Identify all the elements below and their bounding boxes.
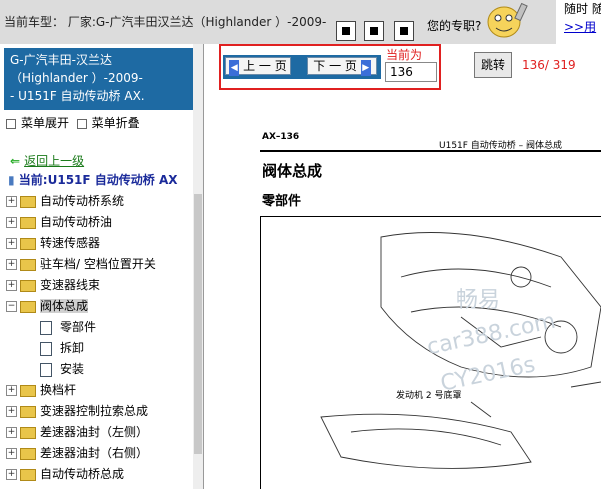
tree-item-label[interactable]: 差速器油封（左侧）: [40, 425, 148, 439]
sidebar-title: G-广汽丰田-汉兰达 （Highlander ）-2009- - U151F 自…: [4, 48, 198, 110]
expand-toggle-icon[interactable]: +: [6, 427, 17, 438]
folder-icon: [20, 279, 36, 292]
tree-item-label[interactable]: 自动传动桥油: [40, 215, 112, 229]
arrow-right-icon: ▶: [360, 60, 371, 76]
expand-toggle-icon[interactable]: +: [6, 448, 17, 459]
document-icon: [40, 362, 52, 377]
sidebar: G-广汽丰田-汉兰达 （Highlander ）-2009- - U151F 自…: [0, 44, 204, 489]
folder-icon: [20, 258, 36, 271]
tree-leaf[interactable]: 安装: [40, 360, 84, 377]
tree-item[interactable]: + 差速器油封（右侧）: [6, 444, 148, 461]
document-icon: [40, 341, 52, 356]
mascot-icon: [487, 2, 528, 38]
favorites-text: 您的专职?: [427, 19, 482, 33]
back-arrow-icon: ⇐: [10, 154, 21, 168]
prev-page-button[interactable]: ◀ 上 一 页: [225, 57, 291, 76]
expand-toggle-icon[interactable]: +: [6, 469, 17, 480]
scrollbar-thumb[interactable]: [194, 194, 202, 454]
tree-item[interactable]: + 转速传感器: [6, 234, 100, 251]
tree-item-label[interactable]: 变速器控制拉索总成: [40, 404, 148, 418]
expand-toggle-icon[interactable]: +: [6, 259, 17, 270]
back-link[interactable]: ⇐ 返回上一级: [10, 152, 84, 169]
toolbar-button-1[interactable]: [336, 21, 356, 41]
folder-icon: [20, 384, 36, 397]
tree-item[interactable]: + 自动传动桥总成: [6, 465, 124, 482]
page-count: 136/ 319: [522, 58, 576, 72]
promo-box: 随时 随 >>用: [556, 0, 601, 44]
tree-leaf[interactable]: 拆卸: [40, 339, 84, 356]
watermark: 畅易: [456, 288, 501, 313]
top-bar: 当前车型： 厂家:G-广汽丰田汉兰达（Highlander ）-2009- 您的…: [0, 0, 601, 44]
page-number-input[interactable]: [385, 62, 437, 82]
expand-icon: [6, 118, 16, 129]
doc-subtitle: 零部件: [262, 194, 302, 209]
expand-toggle-icon[interactable]: +: [6, 280, 17, 291]
expand-toggle-icon[interactable]: +: [6, 238, 17, 249]
sidebar-title-line: - U151F 自动传动桥 AX.: [10, 89, 145, 103]
folder-icon: [20, 195, 36, 208]
document-icon: [40, 320, 52, 335]
folder-icon: [20, 405, 36, 418]
toolbar-button-3[interactable]: [394, 21, 414, 41]
db-icon: ▮: [8, 173, 15, 187]
tree-item[interactable]: + 驻车档/ 空档位置开关: [6, 255, 156, 272]
folder-icon: [20, 447, 36, 460]
promo-link[interactable]: >>用: [564, 18, 601, 36]
tree-item[interactable]: + 换档杆: [6, 381, 76, 398]
tree-item-label[interactable]: 自动传动桥系统: [40, 194, 124, 208]
prev-page-label: 上 一 页: [243, 59, 287, 73]
expand-toggle-icon[interactable]: +: [6, 385, 17, 396]
tree-item-label[interactable]: 差速器油封（右侧）: [40, 446, 148, 460]
tree-item[interactable]: + 变速器控制拉索总成: [6, 402, 148, 419]
folder-icon: [20, 426, 36, 439]
current-section-label: 当前:U151F 自动传动桥 AX: [18, 173, 178, 187]
jump-button[interactable]: 跳转: [474, 52, 512, 78]
doc-title: 阀体总成: [262, 162, 323, 180]
folder-icon: [20, 468, 36, 481]
tree-item-label[interactable]: 驻车档/ 空档位置开关: [40, 257, 156, 271]
open-folder-icon: [20, 300, 36, 313]
menu-controls: 菜单展开 菜单折叠: [6, 114, 140, 131]
tree-item-selected[interactable]: − 阀体总成: [6, 297, 89, 314]
tree-item[interactable]: + 差速器油封（左侧）: [6, 423, 148, 440]
tree-leaf-label[interactable]: 安装: [60, 362, 84, 376]
current-section: ▮ 当前:U151F 自动传动桥 AX: [8, 171, 177, 188]
tree-leaf-label[interactable]: 零部件: [60, 320, 96, 334]
header-rule: [260, 150, 601, 152]
collapse-icon: [76, 118, 87, 129]
tree-item-label[interactable]: 换档杆: [40, 383, 76, 397]
car-model-text: 当前车型： 厂家:G-广汽丰田汉兰达（Highlander ）-2009-: [4, 15, 327, 29]
tree-leaf[interactable]: 零部件: [40, 318, 96, 335]
next-page-button[interactable]: 下 一 页 ▶: [307, 57, 377, 76]
sidebar-title-line: （Highlander ）-2009-: [10, 71, 143, 85]
tree-item-label[interactable]: 转速传感器: [40, 236, 100, 250]
folder-icon: [20, 216, 36, 229]
document-viewer: AX–136 U151F 自动传动桥 – 阀体总成 阀体总成 零部件 发动机 2…: [220, 92, 601, 489]
tree-item-label[interactable]: 变速器线束: [40, 278, 100, 292]
expand-toggle-icon[interactable]: +: [6, 406, 17, 417]
sidebar-scrollbar[interactable]: [193, 44, 203, 489]
promo-text: 随时 随: [564, 2, 601, 16]
menu-collapse-button[interactable]: 菜单折叠: [92, 116, 140, 130]
expand-toggle-icon[interactable]: +: [6, 217, 17, 228]
toolbar-button-2[interactable]: [364, 21, 384, 41]
sidebar-title-line: G-广汽丰田-汉兰达: [10, 53, 112, 67]
tree-item[interactable]: + 自动传动桥油: [6, 213, 112, 230]
expand-toggle-icon[interactable]: +: [6, 196, 17, 207]
tree-item[interactable]: + 自动传动桥系统: [6, 192, 124, 209]
folder-icon: [20, 237, 36, 250]
tree-item-label[interactable]: 自动传动桥总成: [40, 467, 124, 481]
tree-item[interactable]: + 变速器线束: [6, 276, 100, 293]
doc-code: AX–136: [262, 132, 300, 142]
tree-leaf-label[interactable]: 拆卸: [60, 341, 84, 355]
arrow-left-icon: ◀: [229, 60, 240, 76]
back-link-label[interactable]: 返回上一级: [24, 154, 84, 168]
collapse-toggle-icon[interactable]: −: [6, 301, 17, 312]
current-page-label: 当前为: [386, 48, 423, 62]
tree-item-label[interactable]: 阀体总成: [40, 299, 89, 313]
menu-expand-button[interactable]: 菜单展开: [21, 116, 69, 130]
next-page-label: 下 一 页: [313, 59, 357, 73]
